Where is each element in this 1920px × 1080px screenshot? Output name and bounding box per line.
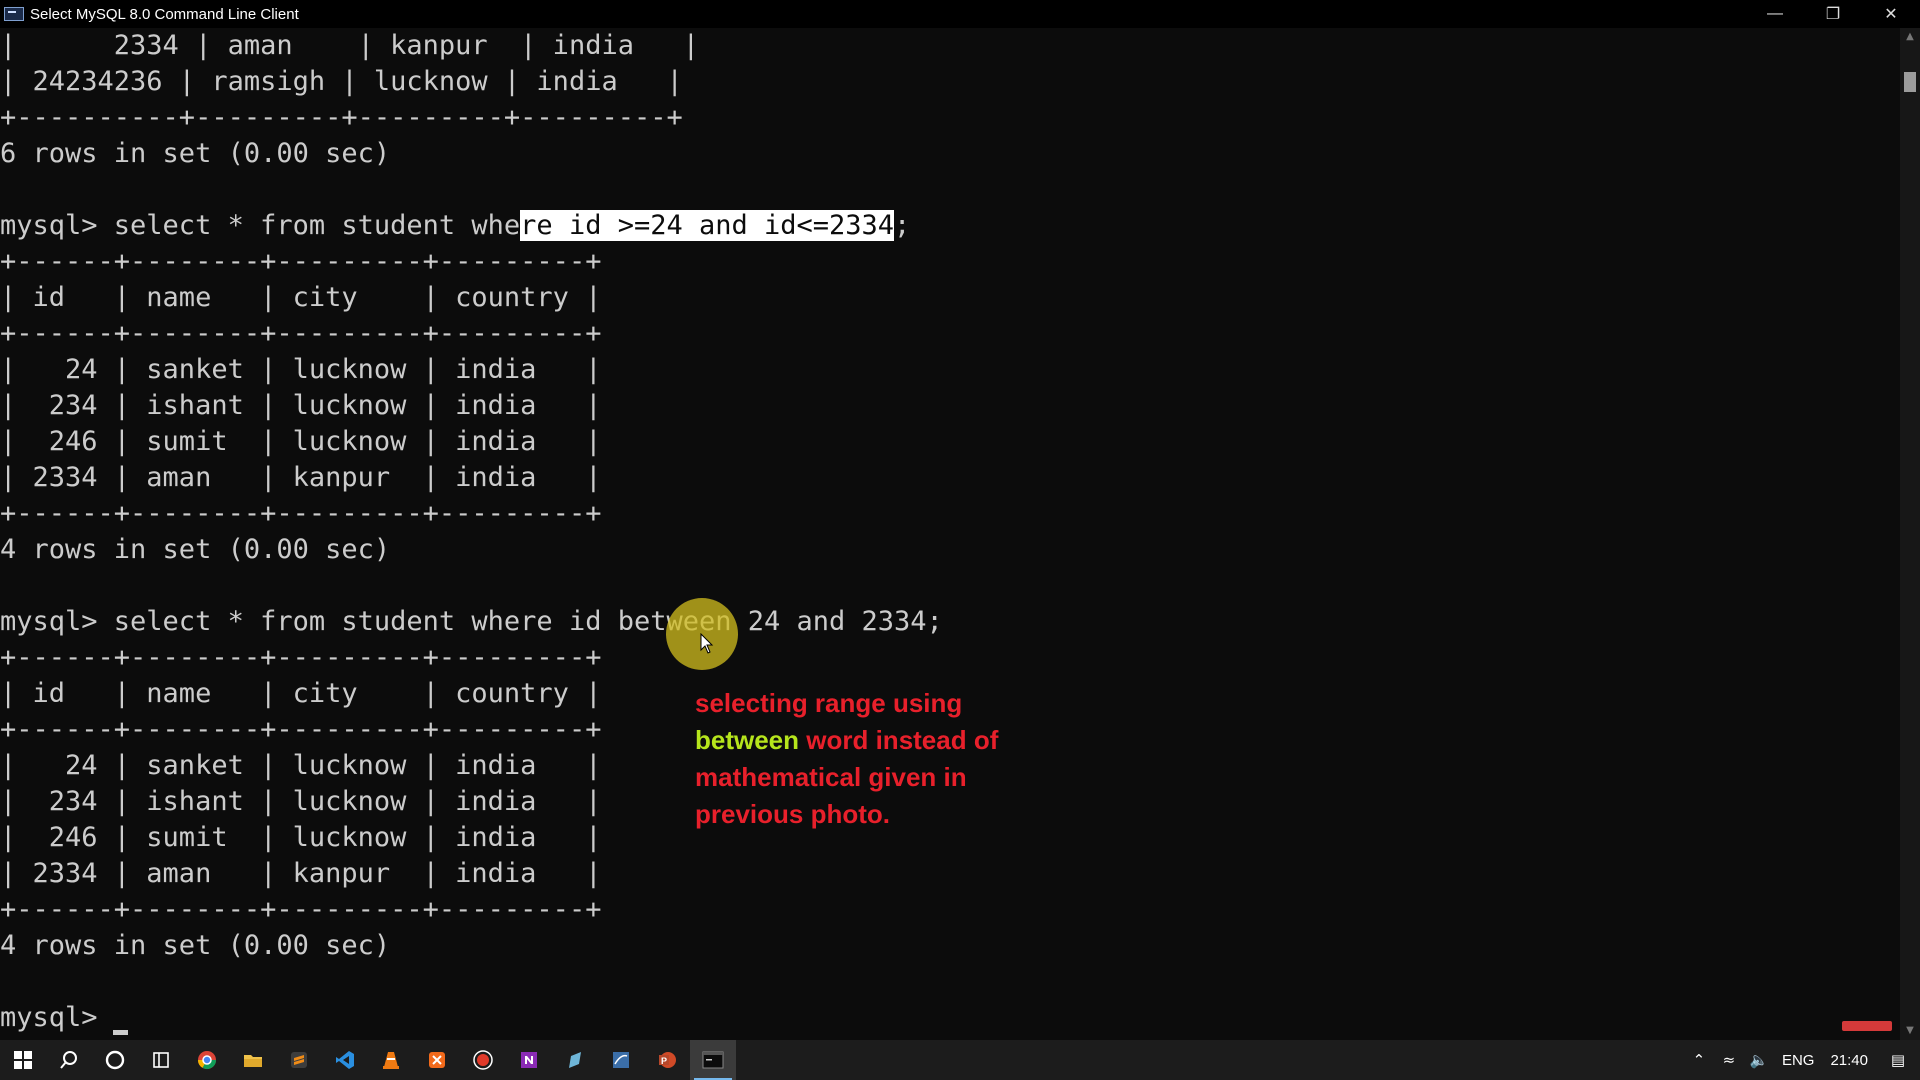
annotation-line: between word instead of — [695, 722, 1035, 759]
terminal-line: | 24234236 | ramsigh | lucknow | india | — [0, 66, 683, 97]
taskbar: P ⌃ ≈ 🔈 ENG 21:40 ▤ — [0, 1040, 1920, 1080]
terminal-line: +------+--------+---------+---------+ — [0, 714, 602, 745]
wifi-icon[interactable]: ≈ — [1714, 1051, 1744, 1069]
svg-text:P: P — [661, 1056, 667, 1066]
query-line: mysql> select * from student where id be… — [0, 606, 943, 637]
terminal-line: | id | name | city | country | — [0, 282, 602, 313]
speaker-icon[interactable]: 🔈 — [1744, 1051, 1774, 1069]
close-button[interactable]: ✕ — [1862, 0, 1920, 28]
language-indicator[interactable]: ENG — [1774, 1052, 1823, 1069]
mouse-pointer-icon — [700, 633, 714, 654]
terminal-line: | id | name | city | country | — [0, 678, 602, 709]
restore-button[interactable]: ❐ — [1804, 0, 1862, 28]
notification-icon[interactable]: ▤ — [1876, 1051, 1920, 1069]
text-caret — [113, 1030, 128, 1035]
terminal-line: | 24 | sanket | lucknow | india | — [0, 354, 602, 385]
vlc-icon[interactable] — [368, 1040, 414, 1080]
annotation-keyword: between — [695, 725, 800, 755]
query-text: ; — [894, 210, 911, 241]
minimize-button[interactable]: — — [1746, 0, 1804, 28]
terminal-icon[interactable] — [690, 1040, 736, 1080]
search-icon[interactable] — [46, 1040, 92, 1080]
cortana-circle-icon[interactable] — [92, 1040, 138, 1080]
terminal-line: | 234 | ishant | lucknow | india | — [0, 390, 602, 421]
terminal-line: | 24 | sanket | lucknow | india | — [0, 750, 602, 781]
terminal-line: | 246 | sumit | lucknow | india | — [0, 426, 602, 457]
task-view-icon[interactable] — [138, 1040, 184, 1080]
terminal-line: | 2334 | aman | kanpur | india | — [0, 30, 699, 61]
terminal-line: +------+--------+---------+---------+ — [0, 642, 602, 673]
annotation-line: previous photo. — [695, 799, 890, 829]
subscribe-watermark — [1842, 1021, 1892, 1031]
scroll-down-icon[interactable]: ▼ — [1900, 1022, 1920, 1040]
title-bar: Select MySQL 8.0 Command Line Client — ❐… — [0, 0, 1920, 28]
folder-icon[interactable] — [230, 1040, 276, 1080]
terminal-line: 6 rows in set (0.00 sec) — [0, 138, 391, 169]
chrome-icon[interactable] — [184, 1040, 230, 1080]
terminal-line: 4 rows in set (0.00 sec) — [0, 930, 391, 961]
mysql-prompt[interactable]: mysql> — [0, 1000, 114, 1036]
scroll-up-icon[interactable]: ▲ — [1900, 28, 1920, 46]
terminal-line: +------+--------+---------+---------+ — [0, 498, 602, 529]
window-title: Select MySQL 8.0 Command Line Client — [30, 5, 299, 23]
terminal-line: | 2334 | aman | kanpur | india | — [0, 462, 602, 493]
terminal-line: | 234 | ishant | lucknow | india | — [0, 786, 602, 817]
selected-text: re id >=24 and id<=2334 — [520, 210, 895, 241]
powerpoint-icon[interactable]: P — [644, 1040, 690, 1080]
chevron-up-icon[interactable]: ⌃ — [1684, 1051, 1714, 1069]
terminal-app-icon — [4, 7, 24, 21]
terminal-line: +------+--------+---------+---------+ — [0, 246, 602, 277]
terminal-output[interactable]: | 2334 | aman | kanpur | india | | 24234… — [0, 28, 1900, 1040]
vscode-icon[interactable] — [322, 1040, 368, 1080]
sublime-icon[interactable] — [276, 1040, 322, 1080]
scrollbar-thumb[interactable] — [1904, 72, 1916, 92]
clock[interactable]: 21:40 — [1822, 1052, 1876, 1069]
query-text: mysql> select * from student whe — [0, 210, 521, 241]
terminal-line: | 2334 | aman | kanpur | india | — [0, 858, 602, 889]
terminal-line: 4 rows in set (0.00 sec) — [0, 534, 391, 565]
pen-icon[interactable] — [552, 1040, 598, 1080]
record-icon[interactable] — [460, 1040, 506, 1080]
terminal-line: +------+--------+---------+---------+ — [0, 894, 602, 925]
annotation-line: mathematical given in — [695, 762, 967, 792]
annotation-text: word instead of — [799, 725, 999, 755]
terminal-line: +------+--------+---------+---------+ — [0, 318, 602, 349]
system-tray: ⌃ ≈ 🔈 ENG 21:40 ▤ — [1684, 1040, 1920, 1080]
terminal-line: +----------+---------+---------+--------… — [0, 102, 683, 133]
annotation-note: selecting range using between word inste… — [695, 685, 1035, 833]
windows-logo-icon[interactable] — [0, 1040, 46, 1080]
workbench-icon[interactable] — [598, 1040, 644, 1080]
onenote-icon[interactable] — [506, 1040, 552, 1080]
terminal-line: | 246 | sumit | lucknow | india | — [0, 822, 602, 853]
vertical-scrollbar[interactable]: ▲ ▼ — [1900, 28, 1920, 1040]
annotation-line: selecting range using — [695, 688, 963, 718]
query-line: mysql> select * from student where id >=… — [0, 208, 910, 244]
orange-app-icon[interactable] — [414, 1040, 460, 1080]
